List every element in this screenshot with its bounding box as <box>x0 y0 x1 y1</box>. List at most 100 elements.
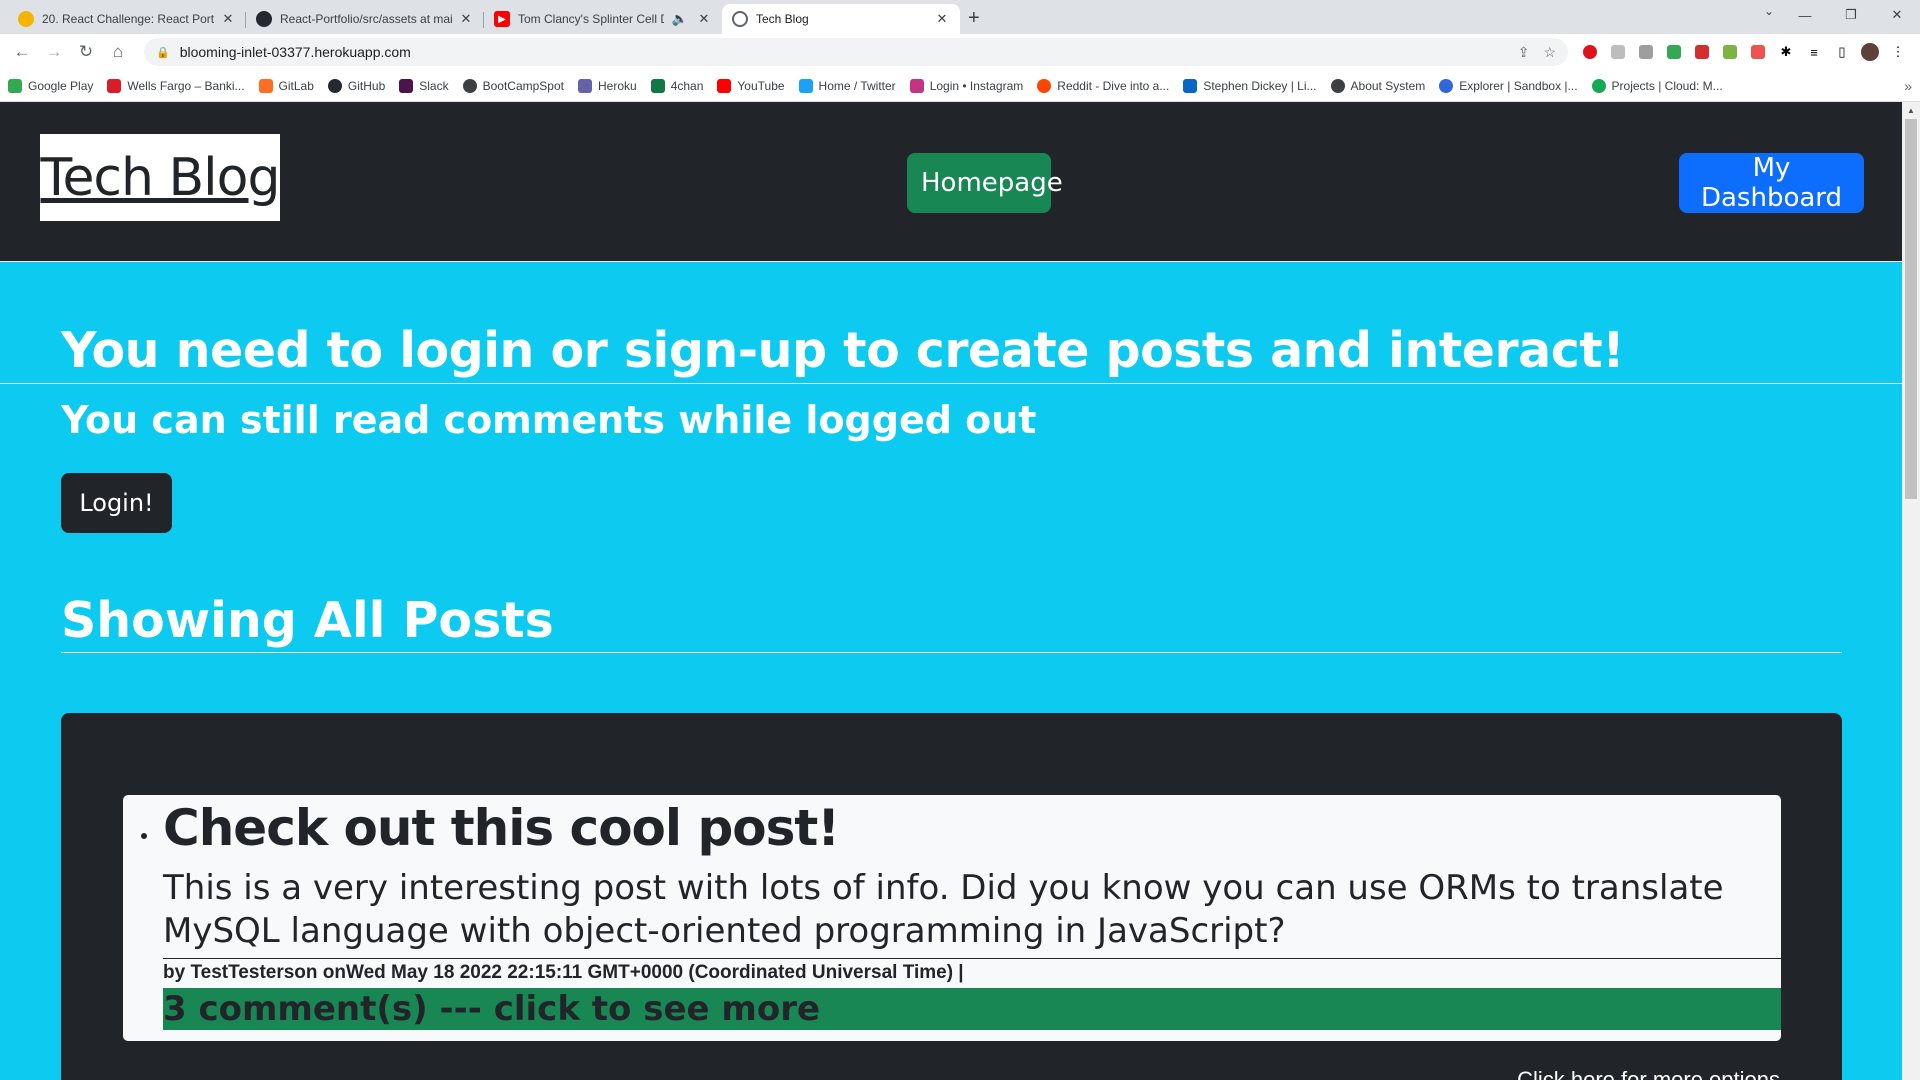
forward-icon[interactable]: → <box>40 38 68 66</box>
page-scrollbar[interactable]: ▲ <box>1902 102 1920 1080</box>
divider <box>0 383 1902 384</box>
extension-icon[interactable] <box>1744 38 1772 66</box>
scrollbar-thumb[interactable] <box>1905 119 1917 499</box>
homepage-button[interactable]: Homepage <box>907 153 1063 213</box>
explorer-icon <box>1439 78 1454 93</box>
tab-close-icon[interactable]: ✕ <box>696 11 712 27</box>
bookmark-item[interactable]: About System <box>1330 78 1425 93</box>
list-bullet <box>141 833 147 839</box>
profile-avatar[interactable] <box>1856 38 1884 66</box>
bookmark-item[interactable]: Google Play <box>8 78 93 93</box>
bookmark-item[interactable]: GitLab <box>258 78 314 93</box>
tab-title: 20. React Challenge: React Portfo <box>42 12 214 26</box>
gitlab-icon <box>258 78 273 93</box>
bookmark-item[interactable]: Reddit - Dive into a... <box>1037 78 1169 93</box>
tab-favicon-icon <box>18 11 34 27</box>
heroku-icon <box>578 78 592 93</box>
audio-playing-icon[interactable]: 🔈 <box>670 11 690 27</box>
extension-icon[interactable] <box>1716 38 1744 66</box>
brand-link[interactable]: Tech Blog <box>41 148 281 208</box>
bookmark-star-icon[interactable]: ☆ <box>1543 44 1556 61</box>
side-panel-icon[interactable]: ▯ <box>1828 38 1856 66</box>
tab-title: React-Portfolio/src/assets at mai <box>280 12 452 26</box>
bookmark-item[interactable]: Projects | Cloud: M... <box>1591 78 1723 93</box>
tab-close-icon[interactable]: ✕ <box>934 11 950 27</box>
more-options-link[interactable]: Click here for more options <box>1517 1067 1780 1080</box>
more-bookmarks-icon[interactable]: » <box>1904 78 1912 94</box>
youtube-icon: ▶ <box>494 11 510 27</box>
bookmark-item[interactable]: BootCampSpot <box>462 78 564 93</box>
minimize-icon[interactable]: — <box>1782 0 1828 30</box>
back-icon[interactable]: ← <box>8 38 36 66</box>
posts-heading: Showing All Posts <box>61 592 554 649</box>
bookmark-item[interactable]: Login • Instagram <box>909 78 1023 93</box>
reload-icon[interactable]: ↻ <box>72 38 100 66</box>
login-prompt-subtitle: You can still read comments while logged… <box>61 398 1037 442</box>
post-comments-link[interactable]: 3 comment(s) --- click to see more <box>163 988 1781 1030</box>
reading-list-icon[interactable]: ≡ <box>1800 38 1828 66</box>
home-icon[interactable]: ⌂ <box>104 38 132 66</box>
dashboard-button[interactable]: My Dashboard <box>1679 153 1864 213</box>
tab-search-icon[interactable]: ⌄ <box>1764 4 1774 18</box>
post-body: This is a very interesting post with lot… <box>163 868 1724 951</box>
page-content: Tech Blog Homepage My Dashboard You need… <box>0 102 1902 1080</box>
bookmark-item[interactable]: GitHub <box>327 78 385 93</box>
opera-extension-icon[interactable] <box>1576 38 1604 66</box>
extensions-puzzle-icon[interactable]: ✱ <box>1772 38 1800 66</box>
url-text[interactable]: blooming-inlet-03377.herokuapp.com <box>180 44 1504 60</box>
browser-menu-icon[interactable]: ⋮ <box>1884 38 1912 66</box>
globe-icon <box>1330 78 1345 93</box>
extension-icon[interactable] <box>1688 38 1716 66</box>
browser-tab[interactable]: ▶ Tom Clancy's Splinter Cell Do 🔈 ✕ <box>484 4 722 34</box>
bookmark-item[interactable]: Slack <box>399 78 449 93</box>
brand-box: Tech Blog <box>40 134 280 221</box>
post-title: Check out this cool post! <box>163 799 840 857</box>
bookmark-item[interactable]: Stephen Dickey | Li... <box>1183 78 1317 93</box>
page-viewport: Tech Blog Homepage My Dashboard You need… <box>0 102 1920 1080</box>
drive-extension-icon[interactable] <box>1660 38 1688 66</box>
post-meta: by TestTesterson onWed May 18 2022 22:15… <box>163 962 964 983</box>
globe-icon <box>732 11 748 27</box>
github-icon <box>327 78 342 93</box>
browser-tab[interactable]: React-Portfolio/src/assets at mai ✕ <box>246 4 484 34</box>
browser-toolbar: ← → ↻ ⌂ 🔒 blooming-inlet-03377.herokuapp… <box>0 34 1920 70</box>
bookmark-item[interactable]: Home / Twitter <box>798 78 896 93</box>
login-prompt-heading: You need to login or sign-up to create p… <box>61 322 1625 379</box>
bookmark-item[interactable]: Explorer | Sandbox |... <box>1439 78 1578 93</box>
scroll-up-icon[interactable]: ▲ <box>1902 102 1920 119</box>
posts-panel: Check out this cool post! This is a very… <box>61 713 1842 1080</box>
tab-strip: 20. React Challenge: React Portfo ✕ Reac… <box>0 0 1920 34</box>
address-bar[interactable]: 🔒 blooming-inlet-03377.herokuapp.com ⇪ ☆ <box>144 38 1568 66</box>
browser-tab[interactable]: 20. React Challenge: React Portfo ✕ <box>8 4 246 34</box>
restore-icon[interactable]: ❐ <box>1828 0 1874 30</box>
bookmarks-bar: Google Play Wells Fargo – Banki... GitLa… <box>0 70 1920 102</box>
youtube-icon <box>717 78 732 93</box>
bookmark-item[interactable]: Heroku <box>578 78 637 93</box>
mongodb-leaf-icon <box>1591 78 1606 93</box>
slack-icon <box>399 78 414 93</box>
lock-icon[interactable]: 🔒 <box>156 46 170 59</box>
tab-close-icon[interactable]: ✕ <box>458 11 474 27</box>
bookmark-item[interactable]: 4chan <box>650 78 703 93</box>
globe-icon <box>462 78 477 93</box>
linkedin-icon <box>1183 78 1198 93</box>
browser-tab-active[interactable]: Tech Blog ✕ <box>722 4 960 34</box>
window-controls: — ❐ ✕ <box>1782 0 1920 34</box>
post-card: Check out this cool post! This is a very… <box>123 795 1781 1041</box>
login-button[interactable]: Login! <box>61 473 172 533</box>
share-icon[interactable]: ⇪ <box>1518 44 1530 61</box>
extension-icon[interactable] <box>1632 38 1660 66</box>
close-window-icon[interactable]: ✕ <box>1874 0 1920 30</box>
wells-fargo-icon <box>107 78 122 93</box>
extension-icon[interactable] <box>1604 38 1632 66</box>
site-header: Tech Blog Homepage My Dashboard <box>0 102 1902 262</box>
clover-icon <box>650 78 665 93</box>
instagram-icon <box>909 78 924 93</box>
twitter-icon <box>798 78 813 93</box>
bookmark-item[interactable]: Wells Fargo – Banki... <box>107 78 245 93</box>
reddit-icon <box>1037 78 1052 93</box>
new-tab-button[interactable]: + <box>968 4 980 34</box>
tab-title: Tom Clancy's Splinter Cell Do <box>518 12 664 26</box>
bookmark-item[interactable]: YouTube <box>717 78 785 93</box>
tab-close-icon[interactable]: ✕ <box>220 11 236 27</box>
